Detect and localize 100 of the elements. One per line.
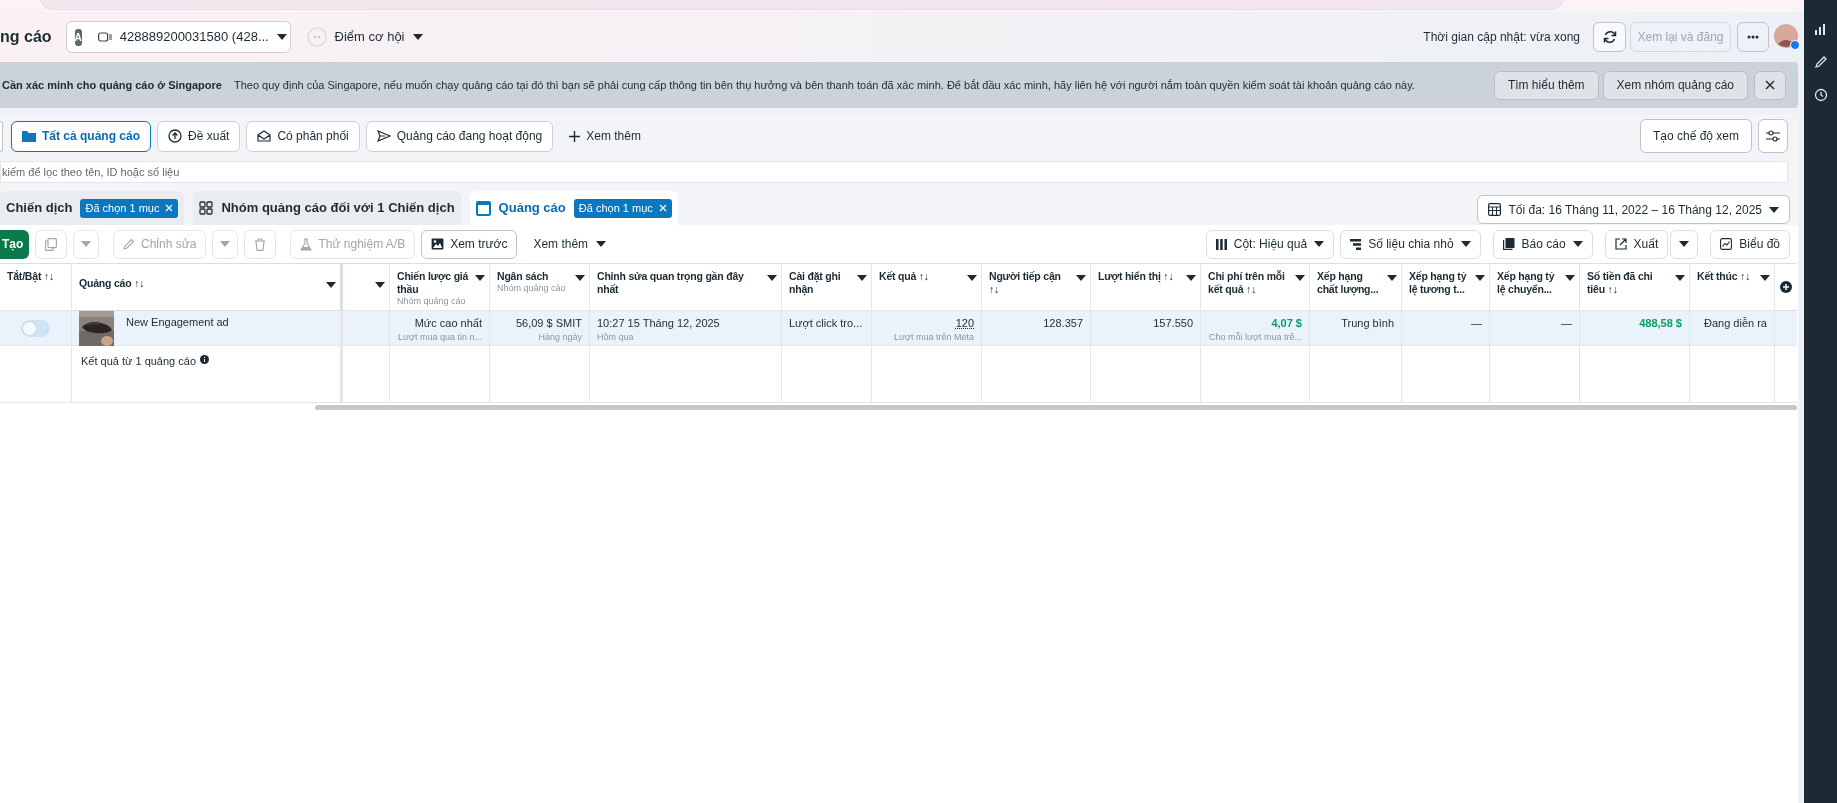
column-header[interactable]: Lượt hiển thị ↑↓: [1098, 270, 1183, 283]
caret-icon: [220, 241, 231, 247]
clock-icon[interactable]: [1813, 88, 1828, 102]
column-menu-button[interactable]: [1387, 275, 1397, 281]
filter-tab[interactable]: Quảng cáo đang hoạt động: [365, 120, 554, 152]
ad-window-icon: [475, 200, 491, 216]
column-menu-button[interactable]: [375, 282, 385, 288]
column-menu-button[interactable]: [1675, 275, 1685, 281]
column-header[interactable]: Xếp hạng tỷ lệ chuyển...: [1497, 270, 1562, 296]
close-button[interactable]: [1754, 70, 1786, 100]
account-avatar: A: [74, 28, 82, 46]
pencil-icon: [123, 238, 135, 250]
folder-icon: [22, 130, 36, 142]
opportunity-score-button[interactable]: Điểm cơ hội: [306, 27, 423, 47]
column-menu-button[interactable]: [967, 275, 977, 281]
column-menu-button[interactable]: [326, 282, 336, 288]
chart-button[interactable]: Biểu đồ: [1710, 229, 1790, 259]
table-cell: Trung bình: [1341, 317, 1394, 330]
table-cell: 10:27 15 Tháng 12, 2025: [597, 317, 720, 330]
column-header[interactable]: Tắt/Bật ↑↓: [7, 270, 67, 283]
column-menu-button[interactable]: [857, 275, 867, 281]
caret-icon: [1460, 241, 1471, 247]
caret-icon: [1675, 275, 1685, 281]
column-menu-button[interactable]: [475, 275, 485, 281]
upload-icon: [168, 129, 183, 143]
level-tab[interactable]: Quảng cáo Đã chọn 1 mục: [469, 191, 678, 225]
date-range-button[interactable]: Tối đa: 16 Tháng 11, 2022 – 16 Tháng 12, 2025: [1477, 195, 1790, 224]
filter-tab[interactable]: Tất cả quảng cáo: [11, 120, 152, 152]
banner-button[interactable]: Tìm hiểu thêm: [1493, 70, 1599, 100]
more-button[interactable]: Xem thêm: [523, 229, 617, 259]
see-more-button[interactable]: Xem thêm: [559, 120, 651, 152]
column-menu-button[interactable]: [1565, 275, 1575, 281]
column-menu-button[interactable]: [767, 275, 777, 281]
column-menu-button[interactable]: [1076, 275, 1086, 281]
cell-subtitle: Lượt mua qua tin n...: [398, 332, 482, 343]
cell-subtitle: Lượt mua trên Meta: [894, 332, 974, 343]
export-button[interactable]: Xuất: [1604, 229, 1669, 259]
column-header[interactable]: Kết thúc ↑↓: [1697, 270, 1757, 283]
column-header[interactable]: Xếp hạng chất lượng...: [1317, 270, 1384, 296]
selection-chip[interactable]: Đã chọn 1 mục: [573, 198, 672, 218]
copy-icon: [45, 237, 57, 251]
filter-tab[interactable]: Đề xuất: [157, 120, 241, 152]
column-header[interactable]: Người tiếp cận ↑↓: [989, 270, 1073, 296]
envelope-icon: [257, 130, 272, 142]
grid-icon: [199, 201, 214, 215]
search-field[interactable]: kiếm để lọc theo tên, ID hoặc số liệu: [0, 161, 1788, 183]
column-header[interactable]: Kết quả ↑↓: [879, 270, 964, 283]
dropdown-button[interactable]: [1670, 229, 1699, 259]
refresh-button[interactable]: [1593, 22, 1626, 52]
caret-icon: [1565, 275, 1575, 281]
caret-icon: [1679, 241, 1690, 247]
selection-chip[interactable]: Đã chọn 1 mục: [80, 198, 179, 218]
preview-button[interactable]: Xem trước: [421, 229, 518, 259]
settings-button[interactable]: [1758, 119, 1788, 153]
pencil-icon[interactable]: [1813, 55, 1828, 69]
column-menu-button[interactable]: [575, 275, 585, 281]
column-header[interactable]: Xếp hạng tỷ lệ tương t...: [1409, 270, 1472, 296]
level-tab[interactable]: Chiến dịch Đã chọn 1 mục: [0, 191, 185, 225]
columns-button[interactable]: Cột: Hiệu quả: [1205, 229, 1335, 259]
column-header[interactable]: Quảng cáo ↑↓: [79, 277, 323, 290]
table-cell: 4,07 $: [1271, 317, 1302, 330]
caret-icon: [1475, 275, 1485, 281]
ad-name-link[interactable]: New Engagement ad: [126, 314, 229, 331]
avatar-icon[interactable]: [1774, 24, 1800, 50]
cell-subtitle: Hàng ngày: [538, 332, 582, 343]
plus-icon: [569, 130, 581, 142]
table-cell: 120: [955, 317, 974, 330]
table-cell: Đang diễn ra: [1704, 317, 1767, 330]
create-view-button[interactable]: Tạo chế độ xem: [1639, 119, 1752, 153]
breakdown-button[interactable]: Số liệu chia nhỏ: [1340, 229, 1481, 259]
filter-tab[interactable]: Có phân phối: [246, 120, 360, 152]
caret-icon: [375, 282, 385, 288]
column-subtitle: Nhóm quảng cáo: [497, 283, 567, 294]
column-header[interactable]: Chỉnh sửa quan trọng gần đây nhất: [597, 270, 764, 296]
account-selector[interactable]: A 428889200031580 (428...: [65, 21, 291, 53]
create-button[interactable]: Tạo: [0, 229, 29, 259]
column-header[interactable]: Chiến lược giá thầu: [397, 270, 472, 296]
table-cell: 157.550: [1153, 317, 1193, 330]
column-header[interactable]: Số tiền đã chi tiêu ↑↓: [1587, 270, 1672, 296]
column-header[interactable]: Ngân sách: [497, 270, 572, 283]
toggle-switch[interactable]: [21, 319, 50, 337]
level-tab[interactable]: Nhóm quảng cáo đối với 1 Chiến dịch: [193, 191, 461, 225]
column-menu-button[interactable]: [1760, 275, 1770, 281]
add-column-icon[interactable]: [1780, 281, 1792, 293]
column-header[interactable]: Cài đặt ghi nhận: [789, 270, 854, 296]
report-icon: [1502, 238, 1515, 250]
report-button[interactable]: Báo cáo: [1492, 229, 1593, 259]
column-menu-button[interactable]: [1186, 275, 1196, 281]
caret-icon: [1769, 206, 1779, 213]
bar-chart-icon[interactable]: [1813, 22, 1828, 36]
refresh-icon: [1602, 30, 1617, 44]
column-header[interactable]: Chi phí trên mỗi kết quả ↑↓: [1208, 270, 1292, 296]
close-icon: [165, 204, 174, 212]
column-menu-button[interactable]: [1295, 275, 1305, 281]
scrollbar[interactable]: [315, 405, 1797, 410]
banner-button[interactable]: Xem nhóm quảng cáo: [1602, 70, 1748, 100]
caret-icon: [1186, 275, 1196, 281]
caret-icon: [1572, 241, 1583, 247]
table-cell: —: [1471, 317, 1482, 330]
column-menu-button[interactable]: [1475, 275, 1485, 281]
